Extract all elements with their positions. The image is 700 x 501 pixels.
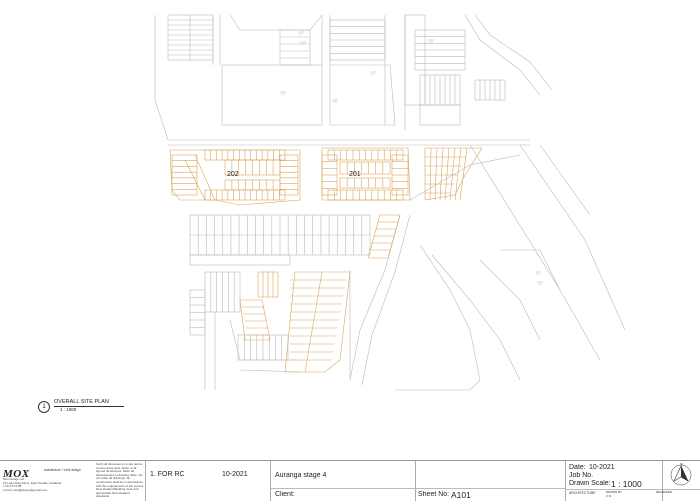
site-plan-drawing <box>154 14 626 391</box>
road-bottom <box>395 379 481 391</box>
proposed-lots-south <box>284 271 351 373</box>
existing-lots-top-left <box>167 14 214 61</box>
building-label-202: 202 <box>227 171 239 178</box>
road-diagonal-south-c <box>479 259 541 341</box>
project-name: Auranga stage 4 <box>275 472 327 479</box>
road-diagonal-east-b <box>519 144 626 331</box>
building-label-201: 201 <box>349 171 361 178</box>
road-east-loop <box>500 249 561 291</box>
road-lower-left <box>204 312 216 390</box>
revision-date: 10-2021 <box>222 471 248 478</box>
road-diagonal-main-b <box>361 214 411 386</box>
company-email: e:harry.mox@design@gmail.com <box>3 487 48 492</box>
proposed-lots-middle-diagonal <box>367 214 401 259</box>
sheet-number-label: Sheet No: <box>418 491 450 498</box>
site-plan-number-circle: 1 <box>38 401 50 413</box>
client-label: Client: <box>275 491 295 498</box>
logo-tagline: architecture + revit design <box>44 468 81 472</box>
site-plan-title: OVERALL SITE PLAN <box>54 399 109 405</box>
road-diagonal-south-a <box>419 244 481 381</box>
title-block: MOX architecture + revit design Mox Desi… <box>0 460 700 501</box>
road-diagonal-top-2 <box>474 14 553 91</box>
road-diagonal-main-a <box>349 214 401 381</box>
road-diagonal-east-a <box>469 144 601 361</box>
drawn-by-label: DRAWN BY <box>606 489 623 494</box>
date-value: 10-2021 <box>589 464 615 471</box>
drawn-scale-label: Drawn Scale: <box>569 480 611 487</box>
road-top-middle <box>229 14 323 31</box>
reserve-lot-large <box>221 64 323 126</box>
drawn-by-value: X.N. <box>606 494 612 498</box>
reviewed-label: REVIEWED <box>656 489 673 494</box>
job-number-label: Job No. <box>569 472 594 479</box>
site-plan-title-block: 1 OVERALL SITE PLAN 1 : 1000 <box>38 399 158 419</box>
revision-label: 1. FOR RC <box>150 471 185 478</box>
discipline: ARCHITECTURE <box>569 491 596 495</box>
north-label: N <box>680 463 683 467</box>
north-arrow-icon: N <box>670 463 692 486</box>
date-label: Date: <box>569 464 586 471</box>
proposed-lots-east <box>424 147 483 201</box>
drawing-notes: Verify all dimensions on site before com… <box>96 463 144 499</box>
company-details: Mox Design Ltd. 15 Lady Ruby Drive, East… <box>3 478 63 492</box>
site-plan-scale: 1 : 1000 <box>60 407 77 412</box>
road-diagonal-east-c <box>539 144 591 216</box>
proposed-lots-south-west <box>239 299 271 341</box>
road-diagonal-top <box>464 14 541 96</box>
drawn-scale-value: 1 : 1000 <box>611 479 642 489</box>
sheet-number: A101 <box>451 490 471 500</box>
